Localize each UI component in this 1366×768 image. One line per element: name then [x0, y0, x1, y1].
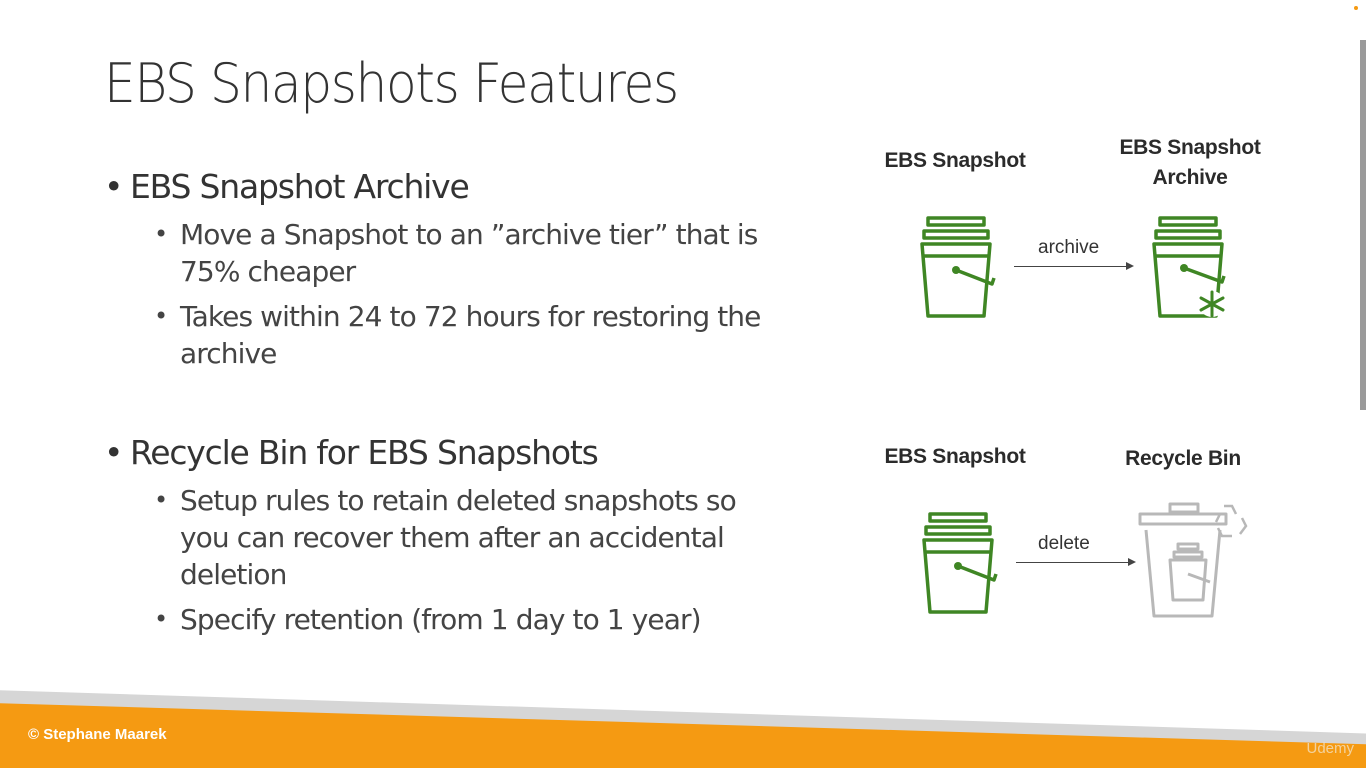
ebs-snapshot-bucket-icon: [920, 216, 996, 318]
recycle-bin-label: Recycle Bin: [1125, 447, 1241, 470]
archive-target-label-line1: EBS Snapshot: [1119, 136, 1261, 159]
snowflake-icon: [1199, 290, 1225, 318]
bullet-item: Takes within 24 to 72 hours for restorin…: [104, 298, 784, 372]
archive-arrow-label: archive: [1038, 237, 1100, 258]
recycle-bin-icon: [1138, 502, 1248, 618]
section-snapshot-archive: EBS Snapshot Archive Move a Snapshot to …: [104, 166, 784, 372]
delete-arrow-label: delete: [1038, 533, 1090, 554]
archive-arrow: [1014, 262, 1134, 270]
copyright-text: © Stephane Maarek: [28, 726, 167, 743]
section-recycle-bin: Recycle Bin for EBS Snapshots Setup rule…: [104, 432, 784, 638]
bullet-item: Move a Snapshot to an ”archive tier” tha…: [104, 216, 784, 290]
archive-source-label: EBS Snapshot: [884, 149, 1026, 172]
snapshot-archive-bucket-icon: [1152, 216, 1226, 318]
bullet-item: Setup rules to retain deleted snapshots …: [104, 482, 784, 593]
archive-target-label-line2: Archive: [1152, 166, 1228, 189]
scrollbar[interactable]: [1360, 40, 1366, 410]
recycle-arrows-icon: [1214, 504, 1248, 538]
delete-source-label: EBS Snapshot: [884, 445, 1026, 468]
udemy-watermark: Udemy: [1306, 740, 1354, 757]
corner-marker: [1354, 6, 1358, 10]
delete-arrow: [1016, 558, 1136, 566]
section-heading: Recycle Bin for EBS Snapshots: [104, 432, 784, 474]
bullet-item: Specify retention (from 1 day to 1 year): [104, 601, 784, 638]
archive-target-label: EBS Snapshot Archive: [1105, 133, 1275, 193]
section-heading: EBS Snapshot Archive: [104, 166, 784, 208]
bullet-list: EBS Snapshot Archive Move a Snapshot to …: [104, 166, 784, 638]
slide-title: EBS Snapshots Features: [104, 52, 679, 115]
ebs-snapshot-bucket-icon: [922, 512, 998, 614]
